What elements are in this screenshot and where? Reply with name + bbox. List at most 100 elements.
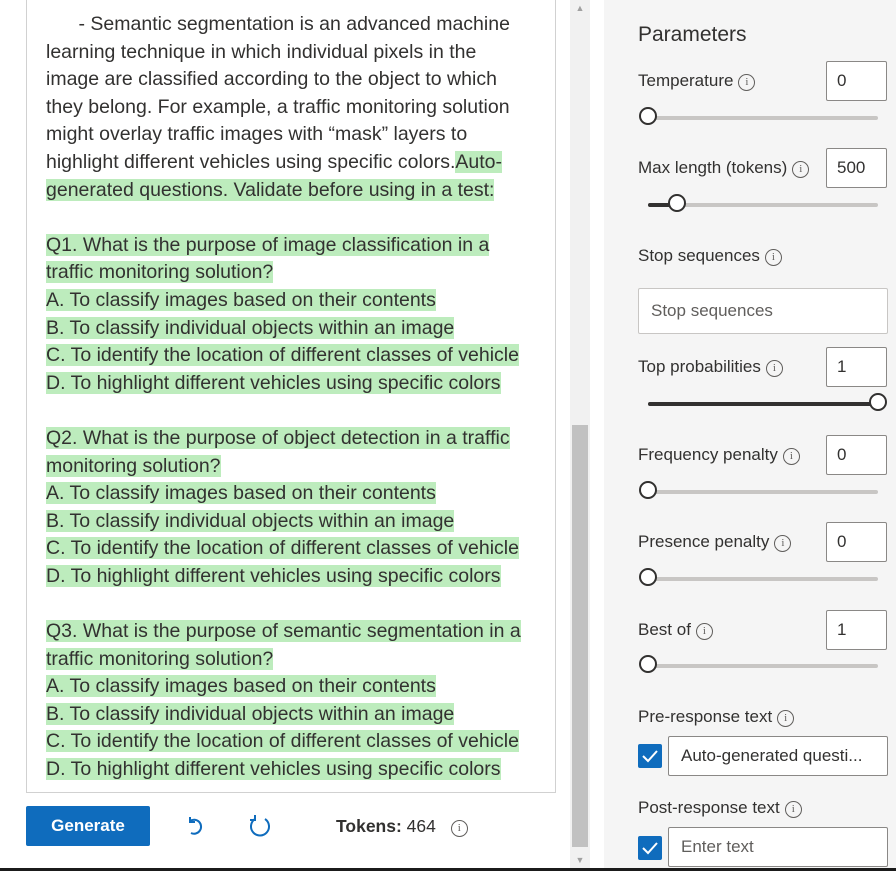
- token-counter: Tokens: 464 i: [336, 816, 468, 837]
- generated-text: traffic monitoring solution?: [46, 261, 274, 284]
- frequency-penalty-input[interactable]: [826, 435, 887, 475]
- frequency-penalty-label: Frequency penalty i: [638, 445, 800, 465]
- best-of-label-text: Best of: [638, 620, 691, 639]
- temperature-label-text: Temperature: [638, 71, 734, 90]
- best-of-slider[interactable]: [639, 655, 878, 673]
- checkmark-icon: [642, 842, 658, 855]
- prompt-text: learning technique in which individual p…: [46, 40, 477, 63]
- editor-line: image are classified according to the ob…: [46, 66, 546, 94]
- editor-line: learning technique in which individual p…: [46, 39, 546, 67]
- generated-text: traffic monitoring solution?: [46, 647, 274, 670]
- editor-line: Q3. What is the purpose of semantic segm…: [46, 618, 546, 646]
- editor-line: highlight different vehicles using speci…: [46, 149, 546, 177]
- editor-line: B. To classify individual objects within…: [46, 701, 546, 729]
- editor-scrollbar[interactable]: ▲ ▼: [570, 0, 590, 868]
- max-length-input[interactable]: [826, 148, 887, 188]
- editor-line: - Semantic segmentation is an advanced m…: [46, 11, 546, 39]
- undo-icon[interactable]: [181, 812, 209, 840]
- generated-text: B. To classify individual objects within…: [46, 316, 455, 339]
- editor-line: D. To highlight different vehicles using…: [46, 756, 546, 784]
- post-response-label-text: Post-response text: [638, 798, 780, 817]
- generate-button[interactable]: Generate: [26, 806, 150, 846]
- max-length-label-text: Max length (tokens): [638, 158, 788, 177]
- info-icon[interactable]: i: [738, 74, 756, 91]
- editor-line: C. To identify the location of different…: [46, 728, 546, 756]
- max-length-slider[interactable]: [648, 194, 878, 212]
- stop-sequences-label-text: Stop sequences: [638, 246, 760, 265]
- generated-text: D. To highlight different vehicles using…: [46, 564, 501, 587]
- prompt-text: they belong. For example, a traffic moni…: [46, 95, 510, 118]
- scroll-up-arrow-icon[interactable]: ▲: [570, 0, 590, 16]
- slider-thumb[interactable]: [639, 107, 657, 125]
- generated-text: generated questions. Validate before usi…: [46, 178, 495, 201]
- panel-title: Parameters: [638, 23, 747, 46]
- editor-text[interactable]: - Semantic segmentation is an advanced m…: [46, 11, 546, 784]
- editor-line: they belong. For example, a traffic moni…: [46, 94, 546, 122]
- presence-penalty-label-text: Presence penalty: [638, 532, 770, 551]
- temperature-slider[interactable]: [639, 107, 878, 125]
- scroll-down-arrow-icon[interactable]: ▼: [570, 852, 590, 868]
- pre-response-checkbox[interactable]: [638, 744, 662, 768]
- editor-line: A. To classify images based on their con…: [46, 480, 546, 508]
- frequency-penalty-slider[interactable]: [639, 481, 878, 499]
- checkmark-icon: [642, 750, 658, 763]
- scrollbar-thumb[interactable]: [572, 425, 588, 847]
- top-probabilities-label: Top probabilities i: [638, 357, 783, 377]
- temperature-input[interactable]: [826, 61, 887, 101]
- best-of-label: Best of i: [638, 620, 713, 640]
- info-icon[interactable]: i: [784, 801, 802, 818]
- presence-penalty-input[interactable]: [826, 522, 887, 562]
- presence-penalty-slider[interactable]: [639, 568, 878, 586]
- info-icon[interactable]: i: [450, 820, 468, 837]
- editor-line: traffic monitoring solution?: [46, 259, 546, 287]
- pre-response-input[interactable]: [668, 736, 888, 776]
- editor-line: Q2. What is the purpose of object detect…: [46, 425, 546, 453]
- best-of-input[interactable]: [826, 610, 887, 650]
- post-response-checkbox[interactable]: [638, 836, 662, 860]
- info-icon[interactable]: i: [782, 448, 800, 465]
- editor-line: B. To classify individual objects within…: [46, 508, 546, 536]
- max-length-label: Max length (tokens) i: [638, 158, 810, 178]
- prompt-text: might overlay traffic images with “mask”…: [46, 123, 468, 146]
- editor-line: A. To classify images based on their con…: [46, 287, 546, 315]
- refresh-icon[interactable]: [246, 812, 274, 840]
- editor-line: might overlay traffic images with “mask”…: [46, 121, 546, 149]
- generated-text: C. To identify the location of different…: [46, 537, 519, 560]
- slider-thumb[interactable]: [667, 194, 686, 212]
- pre-response-label-text: Pre-response text: [638, 707, 773, 726]
- generated-text: A. To classify images based on their con…: [46, 288, 436, 311]
- top-probabilities-slider[interactable]: [648, 393, 887, 411]
- info-icon[interactable]: i: [764, 249, 782, 266]
- editor-line: A. To classify images based on their con…: [46, 673, 546, 701]
- slider-thumb[interactable]: [639, 568, 657, 586]
- slider-thumb[interactable]: [639, 481, 657, 499]
- generated-text: D. To highlight different vehicles using…: [46, 371, 501, 394]
- tokens-value: 464: [406, 816, 436, 836]
- generated-text: A. To classify images based on their con…: [46, 675, 436, 698]
- info-icon[interactable]: i: [792, 161, 810, 178]
- top-probabilities-input[interactable]: [826, 347, 887, 387]
- info-icon[interactable]: i: [774, 535, 792, 552]
- slider-thumb[interactable]: [639, 655, 657, 673]
- stop-sequences-label: Stop sequences i: [638, 246, 782, 266]
- slider-thumb[interactable]: [869, 393, 887, 411]
- editor-line-plain: highlight different vehicles using speci…: [46, 150, 456, 173]
- generated-text: Q2. What is the purpose of object detect…: [46, 426, 510, 449]
- info-icon[interactable]: i: [765, 360, 783, 377]
- stop-sequences-input[interactable]: [638, 288, 888, 334]
- editor-line: C. To identify the location of different…: [46, 342, 546, 370]
- info-icon[interactable]: i: [695, 623, 713, 640]
- generated-text: C. To identify the location of different…: [46, 344, 519, 367]
- generated-text: D. To highlight different vehicles using…: [46, 758, 501, 781]
- info-icon[interactable]: i: [777, 710, 795, 727]
- frequency-penalty-label-text: Frequency penalty: [638, 445, 778, 464]
- slider-fill: [648, 402, 878, 406]
- generated-text: monitoring solution?: [46, 454, 221, 477]
- prompt-editor[interactable]: - Semantic segmentation is an advanced m…: [26, 0, 556, 793]
- generated-text: C. To identify the location of different…: [46, 730, 519, 753]
- editor-line: C. To identify the location of different…: [46, 535, 546, 563]
- generated-text: Q3. What is the purpose of semantic segm…: [46, 620, 521, 643]
- generated-text: B. To classify individual objects within…: [46, 509, 455, 532]
- post-response-input[interactable]: [668, 827, 888, 867]
